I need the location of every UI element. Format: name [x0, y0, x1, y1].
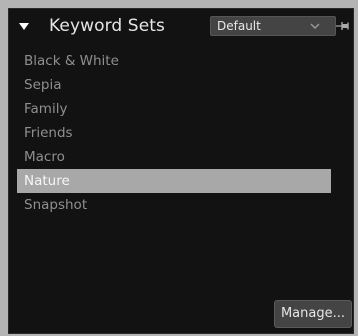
chevron-down-icon: [310, 23, 320, 29]
keyword-set-item[interactable]: Macro: [17, 145, 331, 169]
panel-title: Keyword Sets: [49, 16, 165, 36]
keyword-set-item[interactable]: Snapshot: [17, 193, 331, 217]
manage-button[interactable]: Manage...: [274, 300, 352, 328]
keyword-sets-list: Black & White Sepia Family Friends Macro…: [17, 49, 331, 217]
preset-dropdown[interactable]: Default: [210, 16, 336, 36]
preset-selected-value: Default: [217, 19, 261, 33]
keyword-sets-panel: Keyword Sets Default Black & White Sepia…: [8, 8, 354, 334]
keyword-set-item[interactable]: Family: [17, 97, 331, 121]
keyword-set-item[interactable]: Sepia: [17, 73, 331, 97]
keyword-set-item[interactable]: Nature: [17, 169, 331, 193]
keyword-set-item[interactable]: Friends: [17, 121, 331, 145]
pin-icon[interactable]: [336, 19, 350, 33]
keyword-set-item[interactable]: Black & White: [17, 49, 331, 73]
triangle-down-icon[interactable]: [19, 23, 29, 30]
panel-header: Keyword Sets Default: [9, 9, 353, 45]
